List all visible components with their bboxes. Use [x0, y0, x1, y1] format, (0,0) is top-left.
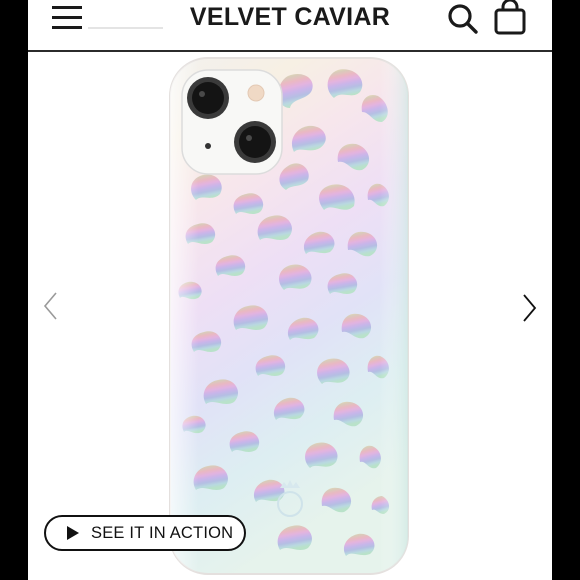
see-it-in-action-button[interactable]: SEE IT IN ACTION [44, 515, 246, 551]
see-it-in-action-label: SEE IT IN ACTION [91, 523, 234, 542]
app-screen: VELVET CAVIAR SEE IT IN ACTION [28, 0, 552, 580]
play-icon [67, 526, 79, 540]
site-header: VELVET CAVIAR [28, 0, 552, 52]
search-icon[interactable] [446, 1, 480, 35]
shopping-bag-icon[interactable] [493, 0, 527, 36]
iridescent-leopard-phone-case [169, 57, 409, 575]
chevron-right-icon[interactable] [520, 292, 538, 324]
chevron-left-icon[interactable] [42, 290, 60, 322]
product-gallery: SEE IT IN ACTION [28, 52, 552, 580]
